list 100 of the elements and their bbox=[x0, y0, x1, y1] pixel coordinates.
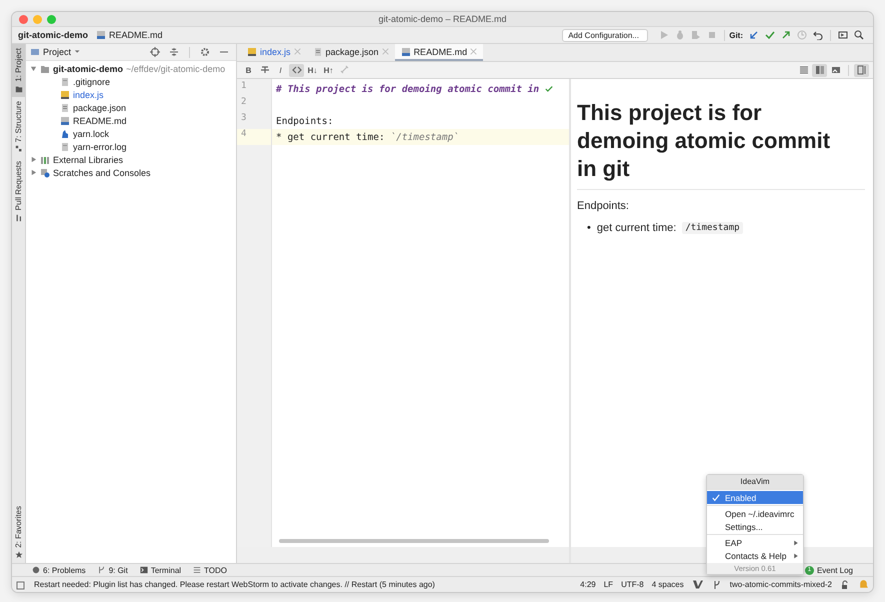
preview-paragraph: Endpoints: bbox=[577, 200, 630, 212]
tree-item[interactable]: index.js bbox=[73, 90, 104, 100]
status-item[interactable]: LF bbox=[604, 580, 614, 589]
list-icon bbox=[193, 566, 202, 574]
bell-icon[interactable] bbox=[858, 579, 869, 590]
editor-tab[interactable]: package.json bbox=[306, 44, 395, 61]
tool-window-tab[interactable]: Pull Requests bbox=[12, 157, 25, 226]
markdown-file-icon bbox=[96, 30, 106, 40]
library-icon bbox=[40, 154, 50, 164]
close-icon[interactable] bbox=[470, 48, 478, 55]
code-line: # This project is for demoing atomic commit in bbox=[276, 84, 540, 94]
status-item[interactable]: 4 spaces bbox=[652, 580, 684, 589]
tool-window-tab[interactable]: 2: Favorites bbox=[12, 502, 25, 563]
tree-item[interactable]: Scratches and Consoles bbox=[53, 168, 151, 178]
code-line: * get current time: bbox=[276, 132, 386, 142]
format-button[interactable]: I bbox=[273, 64, 288, 76]
zoom-button[interactable] bbox=[47, 14, 56, 24]
breadcrumb-item[interactable]: git-atomic-demo bbox=[18, 30, 88, 40]
rollback-icon[interactable] bbox=[813, 30, 823, 40]
close-button[interactable] bbox=[19, 14, 28, 24]
tree-item[interactable]: .gitignore bbox=[73, 76, 110, 86]
format-button[interactable] bbox=[289, 64, 304, 76]
collapse-all-icon[interactable] bbox=[169, 47, 179, 57]
view-mode-button[interactable] bbox=[812, 64, 827, 76]
panel-title[interactable]: Project bbox=[43, 47, 72, 57]
list-item-text: get current time: bbox=[596, 222, 676, 234]
tool-window-tab[interactable]: 7: Structure bbox=[12, 96, 25, 158]
breadcrumb-item[interactable]: README.md bbox=[109, 30, 163, 40]
tool-window-button[interactable]: TODO bbox=[204, 566, 228, 574]
split-view-icon bbox=[814, 65, 824, 75]
folder-path: ~/effdev/git-atomic-demo bbox=[126, 64, 226, 74]
structure-icon bbox=[14, 145, 22, 154]
git-label: Git: bbox=[729, 30, 743, 40]
search-icon[interactable] bbox=[854, 30, 864, 40]
event-log-button[interactable]: Event Log bbox=[816, 566, 853, 574]
editor-tab[interactable]: README.md bbox=[394, 44, 484, 61]
json-file-icon bbox=[312, 46, 323, 56]
tool-window-tab[interactable]: 1: Project bbox=[12, 44, 25, 97]
horizontal-scrollbar[interactable] bbox=[279, 539, 549, 543]
tool-window-button[interactable]: Terminal bbox=[150, 566, 182, 574]
vim-icon[interactable] bbox=[692, 579, 704, 590]
scratch-icon bbox=[40, 168, 50, 178]
menu-title: IdeaVim bbox=[707, 475, 803, 489]
branch-icon bbox=[712, 580, 722, 590]
tool-window-button[interactable]: 6: Problems bbox=[43, 566, 86, 574]
scroll-sync-icon bbox=[856, 65, 866, 75]
file-icon bbox=[60, 142, 70, 152]
strikethrough-icon bbox=[260, 65, 270, 75]
settings-icon[interactable] bbox=[200, 47, 210, 57]
problems-icon bbox=[32, 566, 40, 574]
status-icon bbox=[16, 580, 26, 590]
format-button[interactable]: H↑ bbox=[321, 64, 336, 76]
status-item[interactable]: 4:29 bbox=[580, 580, 596, 589]
bullet: • bbox=[587, 222, 591, 234]
submenu-arrow-icon bbox=[793, 540, 799, 546]
run-configuration-dropdown[interactable]: Add Configuration... bbox=[562, 28, 648, 42]
markdown-file-icon bbox=[400, 46, 411, 56]
menu-item[interactable]: Settings... bbox=[707, 520, 803, 533]
lock-icon[interactable] bbox=[840, 580, 850, 590]
locate-icon[interactable] bbox=[150, 47, 160, 57]
push-arrow-icon[interactable] bbox=[781, 30, 791, 40]
panel-icon bbox=[30, 47, 40, 57]
js-file-icon bbox=[247, 46, 257, 56]
line-number: 1 bbox=[240, 81, 248, 93]
update-arrow-icon[interactable] bbox=[749, 30, 759, 40]
star-icon bbox=[14, 551, 22, 559]
view-mode-button[interactable] bbox=[854, 64, 869, 76]
menu-item[interactable]: Open ~/.ideavimrc bbox=[707, 507, 803, 520]
commit-check-icon[interactable] bbox=[765, 30, 775, 40]
window-icon[interactable] bbox=[838, 30, 848, 40]
menu-item[interactable]: Enabled bbox=[707, 491, 803, 504]
tree-item[interactable]: package.json bbox=[73, 102, 126, 112]
json-file-icon bbox=[60, 102, 70, 112]
tree-item[interactable]: yarn.lock bbox=[73, 128, 110, 138]
tree-item[interactable]: yarn-error.log bbox=[73, 142, 127, 152]
menu-item[interactable]: Contacts & Help bbox=[707, 549, 803, 562]
menu-item[interactable]: EAP bbox=[707, 536, 803, 549]
cat-icon bbox=[60, 128, 70, 138]
expand-arrow-icon[interactable] bbox=[30, 65, 37, 72]
line-number: 3 bbox=[240, 113, 248, 125]
folder-icon bbox=[40, 64, 50, 74]
tool-window-button[interactable]: 9: Git bbox=[108, 566, 128, 574]
inline-code: /timestamp bbox=[682, 222, 743, 234]
status-item[interactable]: UTF-8 bbox=[621, 580, 644, 589]
inline-code: `/timestamp` bbox=[390, 132, 460, 142]
format-button[interactable]: B bbox=[241, 64, 256, 76]
branch-icon bbox=[98, 566, 106, 574]
tree-item[interactable]: External Libraries bbox=[53, 154, 124, 164]
tree-item[interactable]: README.md bbox=[73, 116, 127, 126]
editor-tab[interactable]: index.js bbox=[241, 44, 307, 61]
format-button[interactable]: H↓ bbox=[305, 64, 320, 76]
line-number: 2 bbox=[240, 97, 248, 109]
git-branch[interactable]: two-atomic-commits-mixed-2 bbox=[730, 580, 832, 589]
tree-item[interactable]: git-atomic-demo bbox=[53, 64, 124, 74]
preview-icon bbox=[830, 65, 840, 75]
status-message[interactable]: Restart needed: Plugin list has changed. Please restart WebStorm to activate changes. // Restart (5 minutes ago) bbox=[34, 580, 435, 589]
check-icon bbox=[545, 85, 554, 93]
markdown-file-icon bbox=[60, 116, 70, 126]
code-line: Endpoints: bbox=[276, 116, 334, 126]
pull-request-icon bbox=[14, 214, 22, 222]
